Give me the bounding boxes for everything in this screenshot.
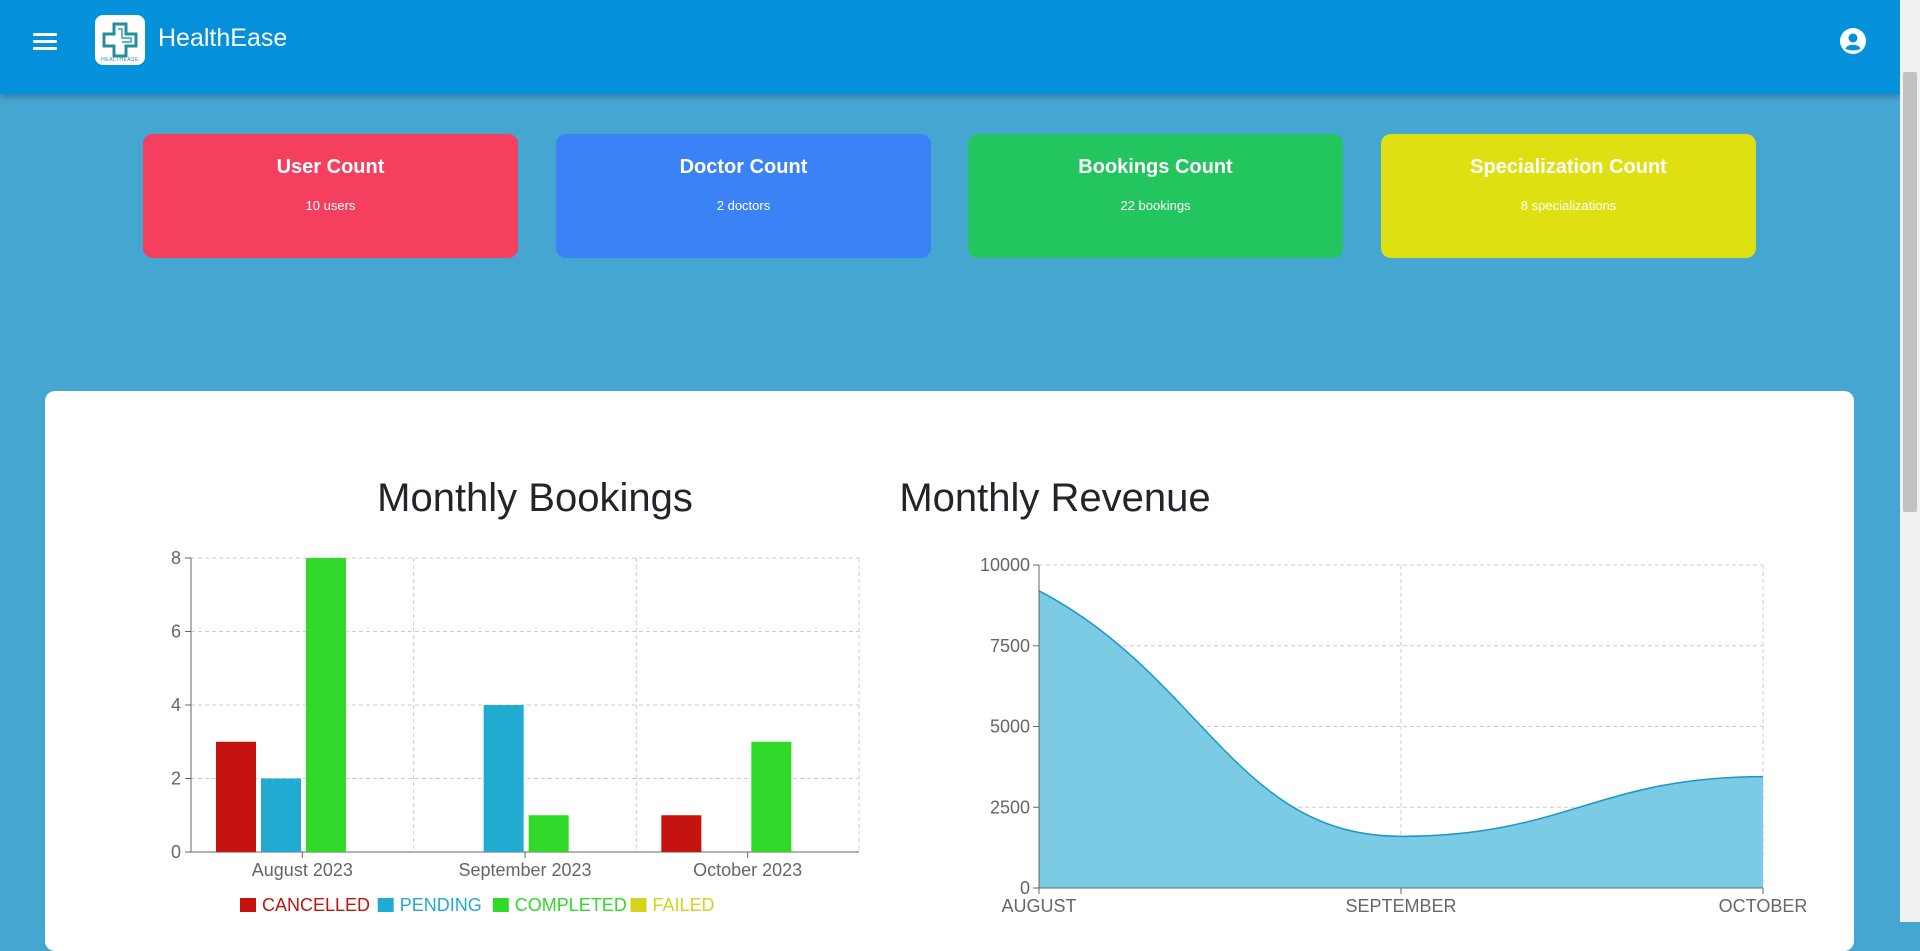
y-tick-label: 4 — [171, 695, 181, 715]
legend-label: CANCELLED — [262, 895, 370, 915]
y-tick-label: 0 — [1020, 878, 1030, 898]
app-bar: HEALTHEASE HealthEase — [0, 0, 1900, 94]
card-title: Specialization Count — [1470, 156, 1667, 178]
card-value: 2 doctors — [716, 198, 771, 213]
legend-label: COMPLETED — [515, 895, 627, 915]
x-tick-label: OCTOBER — [1719, 896, 1808, 916]
y-tick-label: 0 — [171, 842, 181, 862]
menu-icon[interactable] — [28, 28, 62, 62]
bookings-bar-chart: 0 2 4 6 8 August 2023 September 2023 October 20… — [171, 548, 860, 915]
charts-panel: Monthly Bookings Monthly Revenue 0 2 4 6 8 Au… — [45, 391, 1854, 951]
legend-swatch — [630, 898, 647, 912]
y-tick-label: 2500 — [990, 797, 1030, 817]
scrollbar-thumb[interactable] — [1903, 72, 1917, 512]
logo-text: HEALTHEASE — [101, 57, 139, 63]
y-tick-label: 2 — [171, 769, 181, 789]
y-tick-label: 5000 — [990, 717, 1030, 737]
bar-pending — [261, 778, 301, 852]
legend-label: PENDING — [400, 895, 482, 915]
page-scrollbar[interactable] — [1900, 0, 1920, 922]
bookings-count-card: Bookings Count 22 bookings — [968, 134, 1343, 258]
bar-completed — [528, 815, 569, 852]
legend-swatch — [492, 898, 509, 912]
x-tick-label: September 2023 — [458, 860, 591, 880]
x-tick-label: AUGUST — [1001, 896, 1076, 916]
revenue-area-chart: 0 2500 5000 7500 10000 AUGUST SEPTEMBER OCTOBER — [980, 555, 1808, 916]
legend-swatch — [377, 898, 394, 912]
x-tick-label: October 2023 — [693, 860, 802, 880]
card-value: 22 bookings — [1120, 198, 1191, 213]
legend-swatch — [240, 898, 256, 912]
y-tick-label: 10000 — [980, 555, 1030, 575]
bar-pending — [483, 705, 524, 852]
y-tick-label: 7500 — [990, 636, 1030, 656]
bar-completed — [306, 558, 346, 852]
card-title: Doctor Count — [679, 156, 808, 178]
bar-cancelled — [661, 815, 702, 852]
account-icon[interactable] — [1839, 27, 1867, 55]
bar-cancelled — [216, 741, 256, 852]
card-title: Bookings Count — [1078, 156, 1233, 178]
x-tick-label: August 2023 — [252, 860, 353, 880]
specialization-count-card: Specialization Count 8 specializations — [1381, 134, 1756, 258]
card-value: 8 specializations — [1520, 198, 1617, 213]
y-tick-label: 6 — [171, 622, 181, 642]
card-title: User Count — [276, 156, 385, 178]
card-value: 10 users — [305, 198, 356, 213]
bar-completed — [751, 741, 792, 852]
app-logo: HEALTHEASE — [95, 15, 145, 65]
x-tick-label: SEPTEMBER — [1345, 896, 1456, 916]
y-tick-label: 8 — [171, 548, 181, 568]
app-title: HealthEase — [158, 24, 288, 52]
legend-label: FAILED — [653, 895, 715, 915]
user-count-card: User Count 10 users — [143, 134, 518, 258]
doctor-count-card: Doctor Count 2 doctors — [556, 134, 931, 258]
